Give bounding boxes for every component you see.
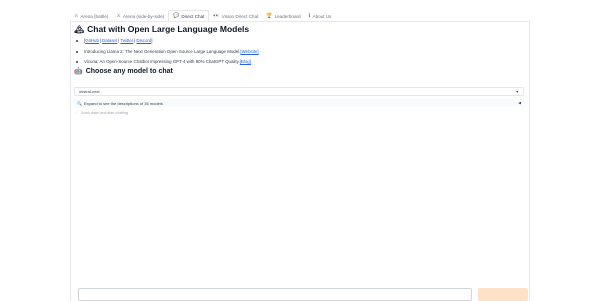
list-item: Vicuna: An Open-Source Chatbot Impressin…: [74, 57, 259, 68]
announcement-text: Vicuna: An Open-Source Chatbot Impressin…: [84, 59, 240, 64]
link-separator: |: [134, 38, 136, 43]
expander-label: Expand to see the descriptions of 35 mod…: [83, 100, 163, 106]
twitter-link[interactable]: Twitter: [120, 36, 133, 47]
swords-icon: ⚔: [116, 12, 121, 19]
github-link[interactable]: GitHub: [85, 36, 99, 47]
tab-label: Arena (side-by-side): [122, 13, 165, 19]
discord-link[interactable]: Discord: [136, 36, 151, 47]
caret-left-icon: ◀: [518, 101, 521, 105]
scroll-notice-text: Scroll down and start chatting: [80, 111, 128, 115]
link-separator: |: [99, 38, 102, 43]
model-selector-value: mistral-next: [79, 89, 100, 94]
bracket-close: ]: [151, 38, 153, 43]
scroll-notice: ↓ Scroll down and start chatting: [76, 111, 128, 115]
eyes-icon: 👀: [213, 12, 220, 19]
info-list: [GitHub | Dataset | Twitter | Discord] I…: [74, 36, 259, 68]
bullet-dot: [76, 50, 78, 53]
section-title-text: Choose any model to chat: [85, 67, 173, 75]
chat-icon: 💬: [173, 13, 180, 19]
tab-label: Direct Chat: [181, 14, 205, 19]
page-title-text: Chat with Open Large Language Models: [87, 24, 250, 34]
chatbot-area: [74, 121, 526, 283]
input-row: [74, 288, 528, 301]
bullet-dot: [76, 40, 78, 43]
swords-icon: ⚔: [74, 12, 79, 19]
tab-label: Vision Direct Chat: [221, 13, 259, 19]
robot-icon: 🤖: [74, 68, 83, 75]
tab-label: About Us: [312, 13, 332, 19]
trophy-icon: 🏆: [266, 12, 273, 19]
list-item: [GitHub | Dataset | Twitter | Discord]: [74, 36, 259, 47]
bullet-dot: [76, 61, 78, 64]
blog-link[interactable]: [Blog]: [240, 57, 251, 68]
magnifier-icon: 🔍: [77, 100, 82, 106]
list-item: Introducing Llama 2: The Next Generation…: [74, 47, 259, 58]
dataset-link[interactable]: Dataset: [102, 36, 117, 47]
info-icon: ℹ: [308, 12, 311, 19]
scroll-down-icon: ↓: [76, 111, 78, 115]
message-input[interactable]: [78, 288, 472, 301]
announcement-text: Introducing Llama 2: The Next Generation…: [84, 48, 241, 54]
model-selector[interactable]: mistral-next ▼: [74, 87, 524, 96]
section-title: 🤖 Choose any model to chat: [74, 67, 173, 76]
model-descriptions-expander[interactable]: 🔍 Expand to see the descriptions of 35 m…: [74, 99, 524, 107]
link-separator: |: [118, 38, 120, 43]
tab-label: Leaderboard: [274, 13, 301, 19]
mountain-icon: 🏔: [74, 24, 85, 34]
chevron-down-icon: ▼: [515, 89, 519, 94]
tab-label: Arena (battle): [80, 13, 109, 19]
page-title: 🏔 Chat with Open Large Language Models: [74, 24, 249, 34]
send-button[interactable]: [478, 288, 528, 301]
website-link[interactable]: [Website]: [240, 47, 258, 58]
